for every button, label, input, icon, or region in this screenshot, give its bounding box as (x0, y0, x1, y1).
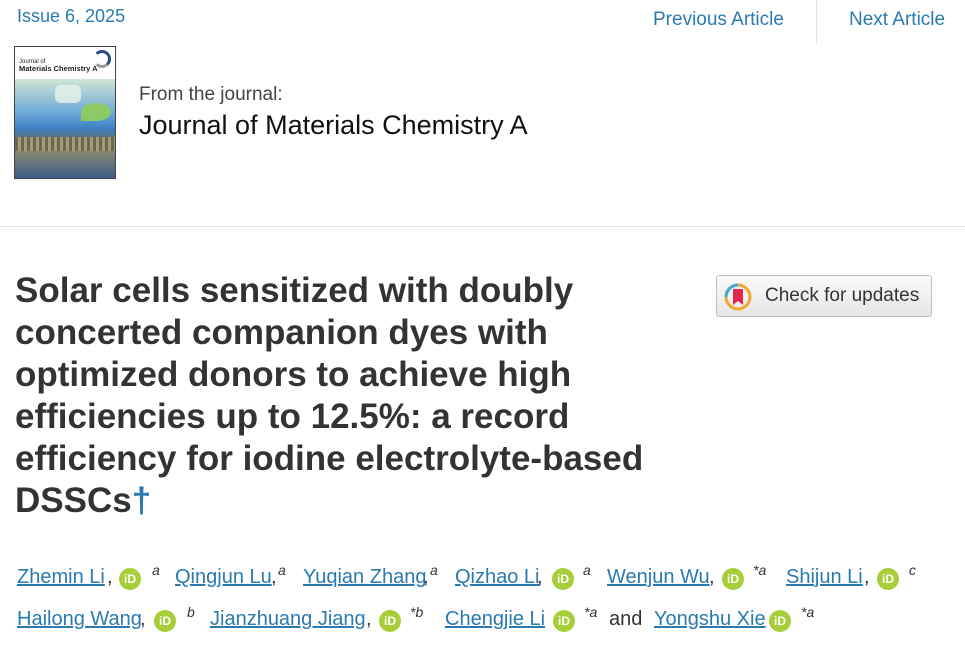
author-separator: , (107, 566, 113, 588)
check-for-updates-button[interactable]: Check for updates (716, 275, 932, 317)
affiliation-marker: *a (753, 562, 767, 578)
article-title: Solar cells sensitized with doubly conce… (15, 270, 705, 522)
author-link[interactable]: Wenjun Wu (607, 566, 710, 589)
orcid-icon[interactable]: iD (553, 610, 575, 632)
affiliation-marker: a (430, 562, 438, 578)
cover-title-line2: Materials Chemistry A (19, 64, 98, 73)
esi-dagger-link[interactable]: † (132, 481, 151, 520)
affiliation-marker: a (583, 562, 591, 578)
journal-name-link[interactable]: Journal of Materials Chemistry A (139, 110, 528, 141)
and-conjunction: and (609, 608, 643, 630)
author-link[interactable]: Shijun Li (786, 566, 863, 589)
author-separator: , (140, 608, 146, 630)
affiliation-marker: c (909, 562, 916, 578)
orcid-icon[interactable]: iD (154, 610, 176, 632)
author-link[interactable]: Yuqian Zhang (303, 566, 426, 589)
author-separator: , (271, 566, 277, 588)
from-journal-label: From the journal: (139, 84, 283, 105)
crossmark-icon (724, 283, 752, 311)
author-link[interactable]: Hailong Wang (17, 608, 142, 631)
orcid-icon[interactable]: iD (379, 610, 401, 632)
affiliation-marker: *a (801, 604, 815, 620)
author-separator: , (423, 566, 429, 588)
author-link[interactable]: Yongshu Xie (654, 608, 766, 631)
article-nav-bar: Issue 6, 2025 Previous Article Next Arti… (0, 0, 965, 44)
article-title-text: Solar cells sensitized with doubly conce… (15, 271, 644, 520)
affiliation-marker: *a (584, 604, 598, 620)
check-for-updates-label: Check for updates (765, 285, 920, 306)
nav-divider (816, 0, 817, 44)
author-link[interactable]: Jianzhuang Jiang (210, 608, 366, 631)
affiliation-marker: b (187, 604, 195, 620)
author-separator: , (864, 566, 870, 588)
affiliation-marker: a (152, 562, 160, 578)
journal-cover-image[interactable]: Journal of Materials Chemistry A (14, 46, 116, 179)
orcid-icon[interactable]: iD (552, 568, 574, 590)
author-separator: , (709, 566, 715, 588)
orcid-icon[interactable]: iD (722, 568, 744, 590)
issue-link[interactable]: Issue 6, 2025 (17, 6, 125, 27)
author-link[interactable]: Chengjie Li (445, 608, 545, 631)
next-article-link[interactable]: Next Article (849, 9, 945, 31)
affiliation-marker: *b (410, 604, 424, 620)
affiliation-marker: a (278, 562, 286, 578)
author-link[interactable]: Zhemin Li (17, 566, 105, 589)
author-separator: , (366, 608, 372, 630)
orcid-icon[interactable]: iD (877, 568, 899, 590)
author-separator: , (537, 566, 543, 588)
orcid-icon[interactable]: iD (769, 610, 791, 632)
section-divider (0, 226, 965, 227)
cover-artwork (15, 79, 115, 178)
previous-article-link[interactable]: Previous Article (653, 9, 784, 31)
orcid-icon[interactable]: iD (119, 568, 141, 590)
author-link[interactable]: Qingjun Lu (175, 566, 272, 589)
author-link[interactable]: Qizhao Li (455, 566, 540, 589)
